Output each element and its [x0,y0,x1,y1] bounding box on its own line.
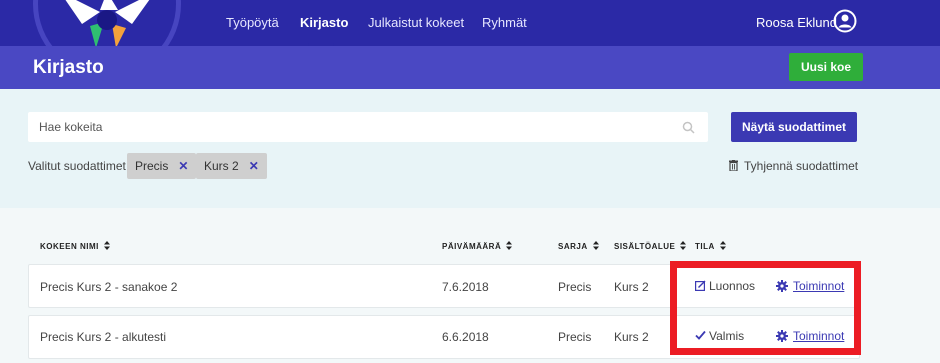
nav-item-tyopoyta[interactable]: Työpöytä [226,15,279,30]
sort-icon [680,241,687,250]
search-input[interactable] [28,112,668,142]
column-header-label: SISÄLTÖALUE [614,242,676,251]
show-filters-button[interactable]: Näytä suodattimet [731,112,857,142]
user-name[interactable]: Roosa Eklund [756,15,837,30]
clear-filters-label: Tyhjennä suodattimet [744,159,859,173]
remove-filter-icon[interactable]: ✕ [249,159,259,173]
logo-icon[interactable] [60,0,155,52]
selected-filters-label: Valitut suodattimet [28,159,126,173]
date-cell: 6.6.2018 [442,330,489,344]
filter-chip-label: Kurs 2 [204,159,239,173]
series-cell: Precis [558,280,592,294]
user-avatar-icon[interactable] [833,9,857,33]
highlight-box [670,261,861,355]
column-header-status[interactable]: TILA [695,241,726,251]
column-header-label: PÄIVÄMÄÄRÄ [442,242,502,251]
date-cell: 7.6.2018 [442,280,489,294]
column-header-series[interactable]: SARJA [558,241,599,251]
column-header-label: TILA [695,242,715,251]
remove-filter-icon[interactable]: ✕ [178,159,188,173]
column-header-name[interactable]: KOKEEN NIMI [40,241,110,251]
filter-chip-precis[interactable]: Precis ✕ [127,153,197,179]
series-cell: Precis [558,330,592,344]
page-title: Kirjasto [33,57,104,78]
content-area-cell: Kurs 2 [614,280,649,294]
sort-icon [103,241,110,250]
search-icon[interactable] [682,121,695,134]
content-area-cell: Kurs 2 [614,330,649,344]
exam-name-cell[interactable]: Precis Kurs 2 - sanakoe 2 [40,280,177,294]
nav-item-julkaistut-kokeet[interactable]: Julkaistut kokeet [368,15,464,30]
clear-filters-button[interactable]: Tyhjennä suodattimet [729,159,858,173]
sort-icon [719,241,726,250]
column-header-content-area[interactable]: SISÄLTÖALUE [614,241,687,251]
sort-icon [506,241,513,250]
column-header-label: KOKEEN NIMI [40,242,99,251]
sort-icon [592,241,599,250]
trash-icon [729,160,738,171]
search-box [28,112,708,142]
column-header-date[interactable]: PÄIVÄMÄÄRÄ [442,241,513,251]
top-nav-bar: Työpöytä Kirjasto Julkaistut kokeet Ryhm… [0,0,940,78]
filter-chip-kurs-2[interactable]: Kurs 2 ✕ [196,153,267,179]
filter-chip-label: Precis [135,159,169,173]
column-header-label: SARJA [558,242,588,251]
exam-name-cell[interactable]: Precis Kurs 2 - alkutesti [40,330,166,344]
new-exam-button[interactable]: Uusi koe [789,53,863,81]
nav-item-kirjasto[interactable]: Kirjasto [300,15,348,30]
nav-item-ryhmat[interactable]: Ryhmät [482,15,527,30]
